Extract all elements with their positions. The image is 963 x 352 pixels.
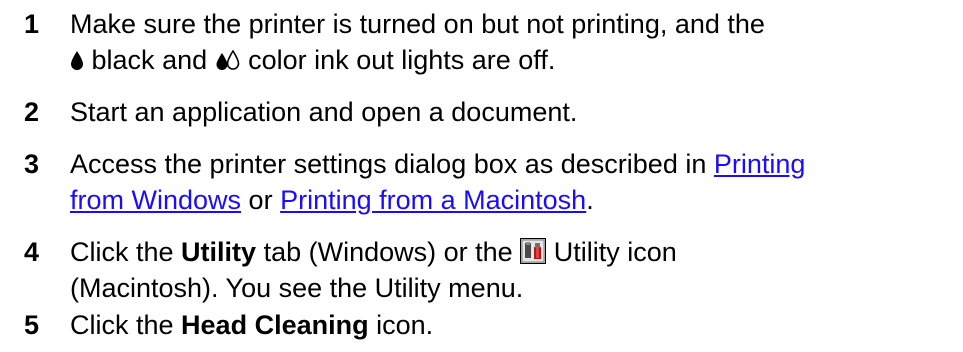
utility-icon-label: Utility icon xyxy=(553,237,677,267)
black-label: black xyxy=(91,45,155,75)
utility-tab-name: Utility xyxy=(181,237,257,267)
step-number: 3 xyxy=(24,149,40,179)
step-line: Click the Head Cleaning icon. xyxy=(70,307,950,343)
color-lights-label: color ink out lights are off. xyxy=(248,45,556,75)
period: . xyxy=(586,185,594,215)
step-line: Make sure the printer is turned on but n… xyxy=(70,9,765,39)
step-1: 1 Make sure the printer is turned on but… xyxy=(0,6,963,78)
step-text: Click the Utility tab (Windows) or the U… xyxy=(70,234,950,306)
step-number: 1 xyxy=(24,9,40,39)
printing-from-windows-link-continued[interactable]: from Windows xyxy=(70,185,241,215)
access-text: Access the printer settings dialog box a… xyxy=(70,149,707,179)
step-line: Start an application and open a document… xyxy=(70,97,578,127)
step-5: 5 Click the Head Cleaning icon. xyxy=(0,307,963,343)
or-label: or xyxy=(248,185,273,215)
head-cleaning-name: Head Cleaning xyxy=(181,310,369,340)
step-line: Access the printer settings dialog box a… xyxy=(70,146,950,182)
step-text: Start an application and open a document… xyxy=(70,94,950,130)
tab-windows-label: tab (Windows) or the xyxy=(263,237,513,267)
step-number: 5 xyxy=(24,310,40,340)
step-4: 4 Click the Utility tab (Windows) or the… xyxy=(0,234,963,306)
black-ink-drop-icon xyxy=(70,45,84,81)
printing-from-windows-link[interactable]: Printing xyxy=(714,149,806,179)
step-text: Access the printer settings dialog box a… xyxy=(70,146,950,218)
step-text: Click the Head Cleaning icon. xyxy=(70,307,950,343)
step-line: black and color ink out lights are off. xyxy=(70,42,950,78)
and-label: and xyxy=(162,45,208,75)
utility-tools-icon xyxy=(520,237,547,273)
step-number: 2 xyxy=(24,97,40,127)
icon-suffix: icon. xyxy=(376,310,434,340)
step-line: Click the Utility tab (Windows) or the U… xyxy=(70,234,950,270)
click-the-label: Click the xyxy=(70,237,174,267)
step-number: 4 xyxy=(24,237,40,267)
step-text: Make sure the printer is turned on but n… xyxy=(70,6,950,78)
step-3: 3 Access the printer settings dialog box… xyxy=(0,146,963,218)
click-the-label: Click the xyxy=(70,310,174,340)
color-ink-drops-icon xyxy=(215,45,241,81)
step-line: (Macintosh). You see the Utility menu. xyxy=(70,273,524,303)
step-2: 2 Start an application and open a docume… xyxy=(0,94,963,130)
printing-from-macintosh-link[interactable]: Printing from a Macintosh xyxy=(280,185,586,215)
step-line: from Windows or Printing from a Macintos… xyxy=(70,182,950,218)
